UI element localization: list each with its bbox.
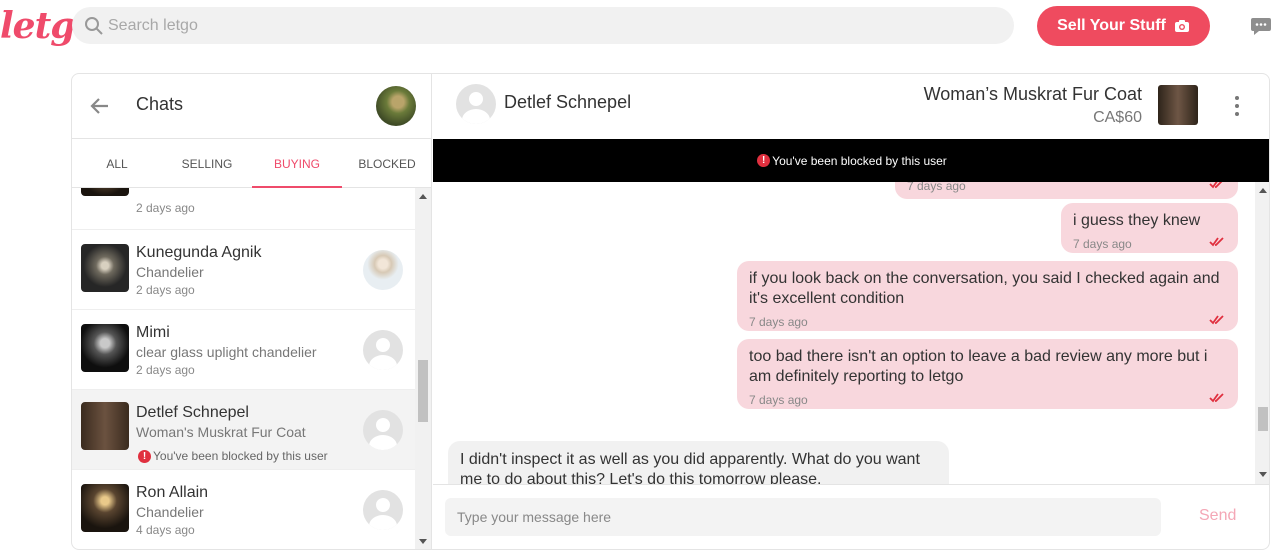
avatar — [363, 410, 403, 450]
product-thumbnail — [81, 484, 129, 532]
scroll-up-arrow-icon[interactable] — [419, 194, 427, 199]
list-item[interactable]: 2 days ago — [72, 188, 415, 230]
message-text: too bad there isn't an option to leave a… — [749, 348, 1208, 385]
chat-list-header: Chats — [72, 74, 432, 139]
chat-product-name: Woman's Muskrat Fur Coat — [136, 424, 306, 440]
message-bubble-sent: too bad there isn't an option to leave a… — [737, 339, 1238, 409]
message-bubble-sent: i guess they knew 7 days ago — [1061, 203, 1238, 253]
list-item-selected[interactable]: Detlef Schnepel Woman's Muskrat Fur Coat… — [72, 390, 415, 470]
blocked-notice: ! You've been blocked by this user — [138, 449, 328, 463]
chat-time: 2 days ago — [136, 201, 195, 215]
search-bar[interactable] — [72, 7, 1014, 44]
scrollbar-thumb[interactable] — [418, 360, 428, 422]
top-bar: letgo Sell Your Stuff — [0, 0, 1279, 56]
more-options-icon[interactable] — [1227, 94, 1247, 118]
chat-panel: Chats ALL SELLING BUYING BLOCKED 2 days … — [71, 73, 1270, 550]
chat-contact-name: Ron Allain — [136, 484, 209, 501]
chat-product-name: Chandelier — [136, 264, 204, 280]
search-icon — [85, 17, 103, 35]
avatar — [363, 490, 403, 530]
message-bubble-sent: if you look back on the conversation, yo… — [737, 261, 1238, 331]
alert-icon: ! — [757, 154, 771, 167]
camera-icon — [1174, 20, 1189, 32]
message-list: 7 days ago i guess they knew 7 days ago … — [433, 182, 1255, 484]
tab-blocked[interactable]: BLOCKED — [342, 140, 432, 188]
peer-name[interactable]: Detlef Schnepel — [504, 92, 631, 113]
message-scrollbar[interactable] — [1255, 182, 1269, 484]
back-arrow-icon[interactable] — [88, 94, 112, 118]
message-bubble-sent: 7 days ago — [895, 182, 1238, 199]
product-thumbnail[interactable] — [1158, 85, 1198, 125]
send-button[interactable]: Send — [1199, 507, 1236, 525]
read-receipt-icon — [1209, 237, 1224, 247]
message-text: i guess they knew — [1073, 212, 1201, 229]
chat-product-name: Chandelier — [136, 504, 204, 520]
message-composer: Send — [433, 484, 1269, 549]
message-bubble-received: I didn't inspect it as well as you did a… — [448, 441, 949, 484]
message-input[interactable] — [445, 498, 1161, 536]
chats-title: Chats — [136, 94, 184, 114]
message-text: I didn't inspect it as well as you did a… — [460, 451, 920, 484]
search-input[interactable] — [108, 7, 988, 44]
scrollbar-thumb[interactable] — [1258, 407, 1268, 431]
chat-contact-name: Kunegunda Agnik — [136, 244, 262, 261]
chat-time: 2 days ago — [136, 363, 195, 377]
product-title[interactable]: Woman’s Muskrat Fur Coat — [924, 84, 1142, 105]
user-avatar[interactable] — [376, 86, 416, 126]
conversation-panel: Detlef Schnepel Woman’s Muskrat Fur Coat… — [433, 74, 1269, 549]
message-time: 7 days ago — [1073, 237, 1132, 251]
chat-contact-name: Detlef Schnepel — [136, 404, 249, 421]
message-time: 7 days ago — [749, 315, 808, 329]
chat-list-panel: Chats ALL SELLING BUYING BLOCKED 2 days … — [72, 74, 432, 549]
chat-time: 4 days ago — [136, 523, 195, 537]
blocked-notice-text: You've been blocked by this user — [153, 449, 328, 463]
product-price: CA$60 — [1093, 109, 1142, 126]
chat-list-scrollbar[interactable] — [415, 188, 431, 549]
product-thumbnail — [81, 402, 129, 450]
scroll-down-arrow-icon[interactable] — [1259, 472, 1267, 477]
scroll-up-arrow-icon[interactable] — [1259, 188, 1267, 193]
chat-filter-tabs: ALL SELLING BUYING BLOCKED — [72, 140, 432, 188]
avatar — [363, 250, 403, 290]
list-item[interactable]: Mimi clear glass uplight chandelier 2 da… — [72, 310, 415, 390]
message-time: 7 days ago — [749, 393, 808, 407]
chat-bubble-icon[interactable] — [1250, 15, 1272, 37]
scroll-down-arrow-icon[interactable] — [419, 539, 427, 544]
chat-product-name: clear glass uplight chandelier — [136, 344, 317, 360]
blocked-banner-text: You've been blocked by this user — [772, 153, 947, 168]
sell-your-stuff-button[interactable]: Sell Your Stuff — [1037, 6, 1210, 46]
chat-time: 2 days ago — [136, 283, 195, 297]
avatar — [363, 330, 403, 370]
message-text: if you look back on the conversation, yo… — [749, 270, 1220, 307]
product-thumbnail — [81, 324, 129, 372]
tab-selling[interactable]: SELLING — [162, 140, 252, 188]
list-item[interactable]: Kunegunda Agnik Chandelier 2 days ago — [72, 230, 415, 310]
chat-list: 2 days ago Kunegunda Agnik Chandelier 2 … — [72, 188, 415, 549]
read-receipt-icon — [1209, 315, 1224, 325]
chat-contact-name: Mimi — [136, 324, 170, 341]
product-thumbnail — [81, 188, 129, 196]
list-item[interactable]: Ron Allain Chandelier 4 days ago — [72, 470, 415, 549]
tab-all[interactable]: ALL — [72, 140, 162, 188]
read-receipt-icon — [1209, 393, 1224, 403]
alert-icon: ! — [138, 449, 151, 463]
avatar[interactable] — [456, 84, 496, 124]
read-receipt-icon — [1209, 182, 1223, 189]
tab-buying[interactable]: BUYING — [252, 140, 342, 188]
blocked-banner: ! You've been blocked by this user — [433, 139, 1269, 182]
conversation-header: Detlef Schnepel Woman’s Muskrat Fur Coat… — [433, 74, 1269, 139]
message-time: 7 days ago — [907, 182, 966, 193]
sell-button-label: Sell Your Stuff — [1057, 17, 1166, 34]
product-thumbnail — [81, 244, 129, 292]
